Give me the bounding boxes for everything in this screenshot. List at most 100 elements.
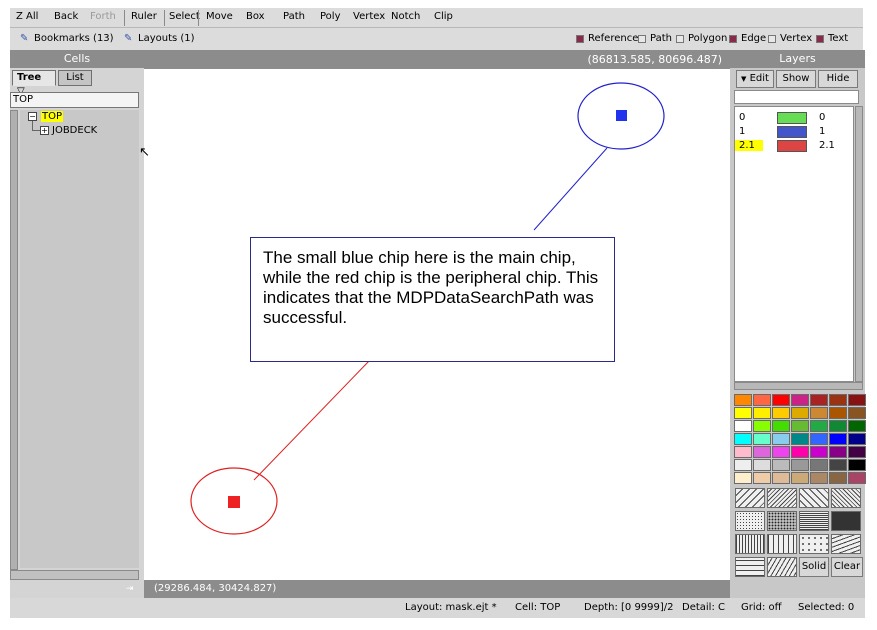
palette-color-swatch[interactable] — [791, 420, 809, 432]
palette-color-swatch[interactable] — [791, 407, 809, 419]
fill-pattern[interactable] — [767, 488, 797, 508]
expand-icon[interactable]: + — [40, 126, 49, 135]
palette-color-swatch[interactable] — [810, 446, 828, 458]
palette-color-swatch[interactable] — [753, 407, 771, 419]
layers-hide-button[interactable]: Hide — [818, 70, 858, 88]
vertex-button[interactable]: Vertex — [353, 11, 385, 22]
notch-button[interactable]: Notch — [391, 11, 420, 22]
palette-color-swatch[interactable] — [829, 433, 847, 445]
clear-button[interactable]: Clear — [831, 557, 863, 577]
palette-color-swatch[interactable] — [753, 459, 771, 471]
tree-node-jobdeck[interactable]: JOBDECK — [52, 125, 97, 136]
clip-button[interactable]: Clip — [434, 11, 453, 22]
palette-color-swatch[interactable] — [829, 420, 847, 432]
palette-color-swatch[interactable] — [829, 394, 847, 406]
move-button[interactable]: Move — [206, 11, 233, 22]
palette-color-swatch[interactable] — [810, 394, 828, 406]
tree-vertical-scrollbar[interactable] — [10, 110, 18, 570]
tab-tree[interactable]: Tree ▽ — [12, 70, 56, 97]
fill-pattern[interactable] — [799, 511, 829, 531]
tree-horizontal-scrollbar[interactable] — [10, 570, 139, 580]
legend-path[interactable]: Path — [638, 33, 672, 44]
palette-color-swatch[interactable] — [772, 459, 790, 471]
fill-pattern[interactable] — [735, 557, 765, 577]
palette-color-swatch[interactable] — [753, 394, 771, 406]
palette-color-swatch[interactable] — [753, 472, 771, 484]
legend-polygon[interactable]: Polygon — [676, 33, 727, 44]
palette-color-swatch[interactable] — [772, 472, 790, 484]
layouts-button[interactable]: Layouts (1) — [138, 33, 195, 44]
legend-vertex[interactable]: Vertex — [768, 33, 812, 44]
fill-pattern[interactable] — [831, 534, 861, 554]
palette-color-swatch[interactable] — [848, 394, 866, 406]
palette-color-swatch[interactable] — [772, 433, 790, 445]
cell-search-input[interactable]: TOP — [10, 92, 139, 108]
ruler-button[interactable]: Ruler — [131, 11, 157, 22]
palette-color-swatch[interactable] — [753, 420, 771, 432]
palette-color-swatch[interactable] — [848, 472, 866, 484]
fill-pattern[interactable] — [831, 511, 861, 531]
palette-color-swatch[interactable] — [810, 459, 828, 471]
palette-color-swatch[interactable] — [734, 407, 752, 419]
fill-pattern[interactable] — [735, 511, 765, 531]
palette-color-swatch[interactable] — [848, 446, 866, 458]
fill-pattern[interactable] — [767, 511, 797, 531]
palette-color-swatch[interactable] — [734, 472, 752, 484]
box-button[interactable]: Box — [246, 11, 265, 22]
palette-color-swatch[interactable] — [791, 446, 809, 458]
bookmarks-button[interactable]: Bookmarks (13) — [34, 33, 114, 44]
palette-color-swatch[interactable] — [734, 446, 752, 458]
palette-color-swatch[interactable] — [848, 407, 866, 419]
palette-color-swatch[interactable] — [829, 407, 847, 419]
palette-color-swatch[interactable] — [734, 420, 752, 432]
fill-pattern[interactable] — [767, 557, 797, 577]
palette-color-swatch[interactable] — [791, 472, 809, 484]
palette-color-swatch[interactable] — [848, 459, 866, 471]
palette-color-swatch[interactable] — [753, 446, 771, 458]
palette-color-swatch[interactable] — [734, 394, 752, 406]
back-button[interactable]: Back — [54, 11, 78, 22]
palette-color-swatch[interactable] — [772, 420, 790, 432]
layer-row[interactable]: 1 1 — [735, 125, 855, 139]
legend-text[interactable]: Text — [816, 33, 848, 44]
palette-color-swatch[interactable] — [810, 420, 828, 432]
fill-pattern[interactable] — [735, 534, 765, 554]
palette-color-swatch[interactable] — [829, 446, 847, 458]
tab-list[interactable]: List — [58, 70, 92, 86]
palette-color-swatch[interactable] — [829, 472, 847, 484]
palette-color-swatch[interactable] — [753, 433, 771, 445]
palette-color-swatch[interactable] — [791, 433, 809, 445]
path-button[interactable]: Path — [283, 11, 305, 22]
fill-pattern[interactable] — [799, 488, 829, 508]
layers-edit-button[interactable]: ▼ Edit — [736, 70, 774, 88]
layers-show-button[interactable]: Show — [776, 70, 816, 88]
legend-edge[interactable]: Edge — [729, 33, 766, 44]
palette-color-swatch[interactable] — [791, 394, 809, 406]
palette-color-swatch[interactable] — [772, 446, 790, 458]
palette-color-swatch[interactable] — [810, 433, 828, 445]
fill-pattern[interactable] — [799, 534, 829, 554]
tree-node-top[interactable]: TOP — [41, 111, 64, 122]
pin-panel-icon[interactable]: ⇥ — [126, 584, 134, 594]
poly-button[interactable]: Poly — [320, 11, 341, 22]
solid-button[interactable]: Solid — [799, 557, 829, 577]
palette-color-swatch[interactable] — [848, 433, 866, 445]
collapse-icon[interactable]: − — [28, 112, 37, 121]
layers-horizontal-scrollbar[interactable] — [734, 382, 863, 390]
layer-row[interactable]: 0 0 — [735, 111, 855, 125]
palette-color-swatch[interactable] — [772, 407, 790, 419]
palette-color-swatch[interactable] — [848, 420, 866, 432]
layer-row[interactable]: 2.1 2.1 — [735, 139, 855, 153]
layers-vertical-scrollbar[interactable] — [855, 106, 863, 382]
fill-pattern[interactable] — [767, 534, 797, 554]
legend-reference[interactable]: Reference — [576, 33, 638, 44]
palette-color-swatch[interactable] — [734, 433, 752, 445]
layer-filter-input[interactable] — [734, 90, 859, 104]
palette-color-swatch[interactable] — [772, 394, 790, 406]
palette-color-swatch[interactable] — [791, 459, 809, 471]
palette-color-swatch[interactable] — [829, 459, 847, 471]
forth-button[interactable]: Forth — [90, 11, 116, 22]
palette-color-swatch[interactable] — [810, 472, 828, 484]
palette-color-swatch[interactable] — [734, 459, 752, 471]
fill-pattern[interactable] — [831, 488, 861, 508]
